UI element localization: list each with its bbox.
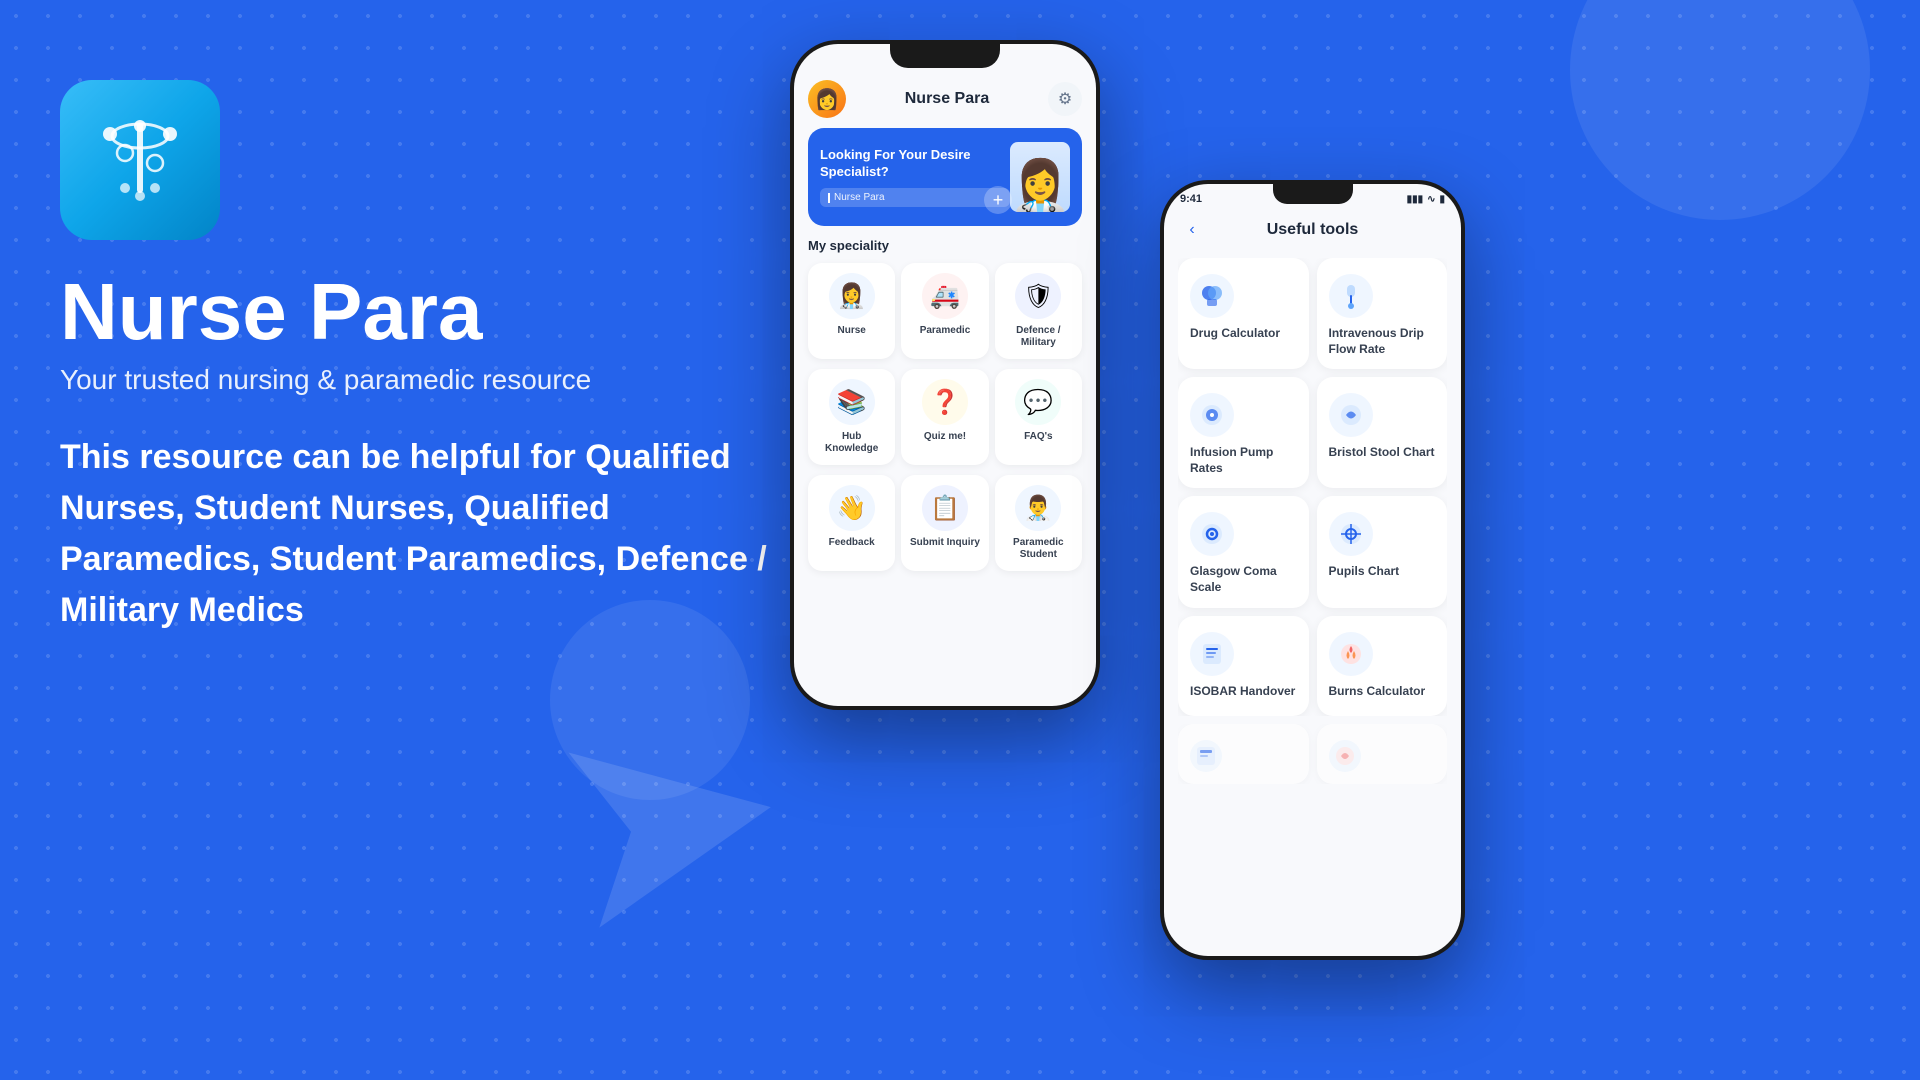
iv-drip-label: Intravenous Drip Flow Rate	[1329, 326, 1436, 357]
pupils-label: Pupils Chart	[1329, 564, 1400, 580]
nurse-icon: 👩‍⚕️	[829, 273, 875, 319]
speciality-grid-2: 📚 Hub Knowledge ❓ Quiz me! 💬 FAQ's	[808, 369, 1082, 465]
left-panel: Nurse Para Your trusted nursing & parame…	[60, 80, 780, 636]
deco-arrow: ➤	[523, 636, 811, 998]
banner-plus-button[interactable]: +	[984, 186, 1012, 214]
drug-calculator-label: Drug Calculator	[1190, 326, 1280, 342]
grid-item-defence[interactable]: 🛡 Defence / Military	[995, 263, 1082, 359]
phone-notch-main	[890, 44, 1000, 68]
grid-item-paramedic[interactable]: 🚑 Paramedic	[901, 263, 988, 359]
tool-extra-2[interactable]	[1317, 724, 1448, 784]
banner-input[interactable]: Nurse Para	[820, 188, 1010, 207]
quiz-icon: ❓	[922, 379, 968, 425]
tool-drug-calculator[interactable]: Drug Calculator	[1178, 258, 1309, 369]
tools-screen-content: ‹ Useful tools Drug Calculator	[1164, 184, 1461, 956]
tool-infusion-pump[interactable]: Infusion Pump Rates	[1178, 377, 1309, 488]
speciality-grid-1: 👩‍⚕️ Nurse 🚑 Paramedic 🛡 Defence / Milit…	[808, 263, 1082, 359]
banner-heading: Looking For Your Desire Specialist?	[820, 147, 1010, 181]
app-subtitle: Your trusted nursing & paramedic resourc…	[60, 364, 780, 396]
faq-icon: 💬	[1015, 379, 1061, 425]
phone-main: 👩 Nurse Para ⚙ Looking For Your Desire S…	[790, 40, 1100, 710]
nurse-label: Nurse	[837, 325, 865, 337]
speciality-grid-3: 👋 Feedback 📋 Submit Inquiry 👨‍⚕️ Paramed…	[808, 475, 1082, 571]
back-button[interactable]: ‹	[1178, 216, 1206, 244]
tool-iv-drip[interactable]: Intravenous Drip Flow Rate	[1317, 258, 1448, 369]
isobar-icon	[1190, 632, 1234, 676]
banner-cursor	[828, 193, 830, 203]
grid-item-nurse[interactable]: 👩‍⚕️ Nurse	[808, 263, 895, 359]
wifi-icon: ∿	[1427, 194, 1435, 205]
screen-title: Nurse Para	[905, 90, 990, 108]
extra-tool-1-icon	[1190, 740, 1222, 772]
speciality-title: My speciality	[808, 238, 1082, 253]
phone-secondary-screen: 9:41 ▮▮▮ ∿ ▮ ‹ Useful tools	[1164, 184, 1461, 956]
grid-item-paramedic-student[interactable]: 👨‍⚕️ Paramedic Student	[995, 475, 1082, 571]
specialist-banner[interactable]: Looking For Your Desire Specialist? Nurs…	[808, 128, 1082, 226]
caduceus-icon	[90, 108, 190, 208]
tool-isobar[interactable]: ISOBAR Handover	[1178, 616, 1309, 716]
knowledge-label: Hub Knowledge	[814, 431, 889, 455]
glasgow-icon	[1190, 512, 1234, 556]
extra-tool-2-icon	[1329, 740, 1361, 772]
tools-grid: Drug Calculator Intravenous Drip Flow Ra…	[1178, 258, 1447, 716]
paramedic-student-icon: 👨‍⚕️	[1015, 485, 1061, 531]
tool-pupils[interactable]: Pupils Chart	[1317, 496, 1448, 607]
settings-button[interactable]: ⚙	[1048, 82, 1082, 116]
stool-chart-label: Bristol Stool Chart	[1329, 445, 1435, 461]
screen-header: 👩 Nurse Para ⚙	[808, 74, 1082, 118]
defence-icon: 🛡	[1015, 273, 1061, 319]
grid-item-faq[interactable]: 💬 FAQ's	[995, 369, 1082, 465]
grid-item-knowledge[interactable]: 📚 Hub Knowledge	[808, 369, 895, 465]
paramedic-icon: 🚑	[922, 273, 968, 319]
deco-circle-1	[1570, 0, 1870, 220]
tool-extra-1[interactable]	[1178, 724, 1309, 784]
user-avatar: 👩	[808, 80, 846, 118]
drug-calculator-icon	[1190, 274, 1234, 318]
tools-header: ‹ Useful tools	[1178, 216, 1447, 244]
faq-label: FAQ's	[1024, 431, 1053, 443]
burns-icon	[1329, 632, 1373, 676]
paramedic-label: Paramedic	[920, 325, 971, 337]
tool-stool-chart[interactable]: Bristol Stool Chart	[1317, 377, 1448, 488]
isobar-label: ISOBAR Handover	[1190, 684, 1295, 700]
quiz-label: Quiz me!	[924, 431, 966, 443]
app-description: This resource can be helpful for Qualifi…	[60, 432, 780, 636]
tools-title: Useful tools	[1206, 221, 1447, 239]
paramedic-student-label: Paramedic Student	[1001, 537, 1076, 561]
feedback-label: Feedback	[829, 537, 875, 549]
deco-circle-3	[100, 800, 250, 950]
tool-burns[interactable]: Burns Calculator	[1317, 616, 1448, 716]
tools-grid-extra	[1178, 724, 1447, 784]
banner-placeholder: Nurse Para	[834, 192, 885, 203]
grid-item-feedback[interactable]: 👋 Feedback	[808, 475, 895, 571]
battery-icon: ▮	[1439, 194, 1445, 205]
burns-label: Burns Calculator	[1329, 684, 1426, 700]
grid-item-quiz[interactable]: ❓ Quiz me!	[901, 369, 988, 465]
status-time: 9:41	[1180, 193, 1202, 205]
infusion-pump-icon	[1190, 393, 1234, 437]
feedback-icon: 👋	[829, 485, 875, 531]
knowledge-icon: 📚	[829, 379, 875, 425]
app-title: Nurse Para	[60, 272, 780, 352]
phone-main-screen: 👩 Nurse Para ⚙ Looking For Your Desire S…	[794, 44, 1096, 706]
infusion-pump-label: Infusion Pump Rates	[1190, 445, 1297, 476]
pupils-icon	[1329, 512, 1373, 556]
signal-icon: ▮▮▮	[1407, 194, 1424, 205]
app-icon	[60, 80, 220, 240]
status-icons: ▮▮▮ ∿ ▮	[1407, 194, 1445, 205]
iv-drip-icon	[1329, 274, 1373, 318]
stool-chart-icon	[1329, 393, 1373, 437]
banner-text: Looking For Your Desire Specialist? Nurs…	[820, 147, 1010, 208]
phone-secondary: 9:41 ▮▮▮ ∿ ▮ ‹ Useful tools	[1160, 180, 1465, 960]
defence-label: Defence / Military	[1001, 325, 1076, 349]
tool-glasgow[interactable]: Glasgow Coma Scale	[1178, 496, 1309, 607]
grid-item-inquiry[interactable]: 📋 Submit Inquiry	[901, 475, 988, 571]
phone-notch-secondary	[1273, 184, 1353, 204]
inquiry-icon: 📋	[922, 485, 968, 531]
banner-nurse-image: 👩‍⚕️	[1010, 142, 1070, 212]
inquiry-label: Submit Inquiry	[910, 537, 980, 549]
glasgow-label: Glasgow Coma Scale	[1190, 564, 1297, 595]
phone-screen-content: 👩 Nurse Para ⚙ Looking For Your Desire S…	[794, 44, 1096, 706]
